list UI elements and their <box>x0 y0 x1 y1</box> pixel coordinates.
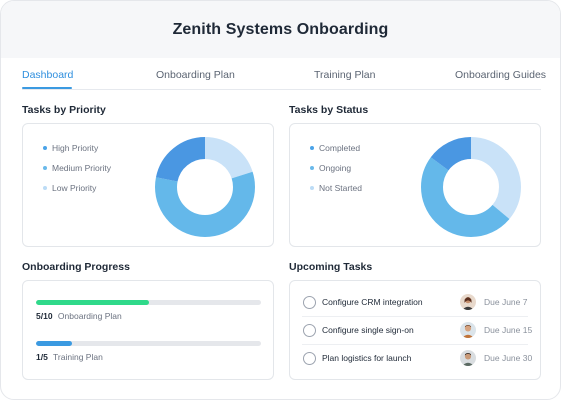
tab-onboarding-guides[interactable]: Onboarding Guides <box>455 69 546 81</box>
progress-label: 5/10 Onboarding Plan <box>36 311 261 321</box>
avatar <box>460 350 476 366</box>
progress-bar-fill <box>36 341 72 346</box>
legend-dot <box>310 166 314 170</box>
progress-card: 5/10 Onboarding Plan 1/5 Training Plan <box>22 280 274 380</box>
task-due-date: Due June 15 <box>484 325 533 335</box>
tab-onboarding-plan[interactable]: Onboarding Plan <box>156 69 235 81</box>
app-window: Zenith Systems Onboarding Dashboard Onbo… <box>0 0 561 400</box>
progress-item-training-plan: 1/5 Training Plan <box>36 341 261 362</box>
legend-dot <box>310 186 314 190</box>
legend-dot <box>310 146 314 150</box>
task-checkbox[interactable] <box>303 295 316 309</box>
progress-bar-track <box>36 341 261 346</box>
app-header: Zenith Systems Onboarding <box>1 1 560 58</box>
priority-donut-chart <box>155 137 255 237</box>
task-checkbox[interactable] <box>303 323 316 337</box>
priority-card: High Priority Medium Priority Low Priori… <box>22 123 274 247</box>
task-name: Configure single sign-on <box>322 325 414 335</box>
priority-section-title: Tasks by Priority <box>22 104 106 116</box>
task-checkbox[interactable] <box>303 351 316 365</box>
task-row[interactable]: Configure single sign-on Due June 15 <box>290 316 540 344</box>
legend-dot <box>43 146 47 150</box>
status-card: Completed Ongoing Not Started <box>289 123 541 247</box>
task-name: Configure CRM integration <box>322 297 423 307</box>
tab-training-plan[interactable]: Training Plan <box>314 69 375 81</box>
progress-bar-fill <box>36 300 149 305</box>
tab-dashboard[interactable]: Dashboard <box>22 69 73 81</box>
legend-item-completed: Completed <box>310 138 362 158</box>
priority-legend: High Priority Medium Priority Low Priori… <box>43 138 111 198</box>
task-row[interactable]: Configure CRM integration Due June 7 <box>290 288 540 316</box>
status-donut-chart <box>421 137 521 237</box>
progress-count: 5/10 <box>36 311 53 321</box>
tab-bar: Dashboard Onboarding Plan Training Plan … <box>22 58 546 90</box>
upcoming-section-title: Upcoming Tasks <box>289 261 373 273</box>
legend-item-not-started: Not Started <box>310 178 362 198</box>
avatar <box>460 322 476 338</box>
progress-name: Training Plan <box>53 352 103 362</box>
progress-label: 1/5 Training Plan <box>36 352 261 362</box>
legend-item-high-priority: High Priority <box>43 138 111 158</box>
active-tab-indicator <box>22 87 72 89</box>
progress-section-title: Onboarding Progress <box>22 261 130 273</box>
task-name: Plan logistics for launch <box>322 353 412 363</box>
status-legend: Completed Ongoing Not Started <box>310 138 362 198</box>
avatar <box>460 294 476 310</box>
upcoming-card: Configure CRM integration Due June 7 Con… <box>289 280 541 380</box>
legend-item-ongoing: Ongoing <box>310 158 362 178</box>
legend-dot <box>43 186 47 190</box>
task-due-date: Due June 30 <box>484 353 533 363</box>
legend-label: Medium Priority <box>52 163 112 173</box>
progress-count: 1/5 <box>36 352 48 362</box>
status-section-title: Tasks by Status <box>289 104 369 116</box>
legend-item-low-priority: Low Priority <box>43 178 111 198</box>
progress-item-onboarding-plan: 5/10 Onboarding Plan <box>36 300 261 321</box>
task-due-date: Due June 7 <box>484 297 528 307</box>
legend-label: Not Started <box>319 183 362 193</box>
legend-dot <box>43 166 47 170</box>
legend-label: Low Priority <box>52 183 97 193</box>
progress-bar-track <box>36 300 261 305</box>
app-title: Zenith Systems Onboarding <box>172 20 389 38</box>
legend-item-medium-priority: Medium Priority <box>43 158 111 178</box>
legend-label: High Priority <box>52 143 99 153</box>
progress-name: Onboarding Plan <box>57 311 122 321</box>
legend-label: Ongoing <box>319 163 352 173</box>
task-row[interactable]: Plan logistics for launch Due June 30 <box>290 344 540 372</box>
legend-label: Completed <box>319 143 361 153</box>
